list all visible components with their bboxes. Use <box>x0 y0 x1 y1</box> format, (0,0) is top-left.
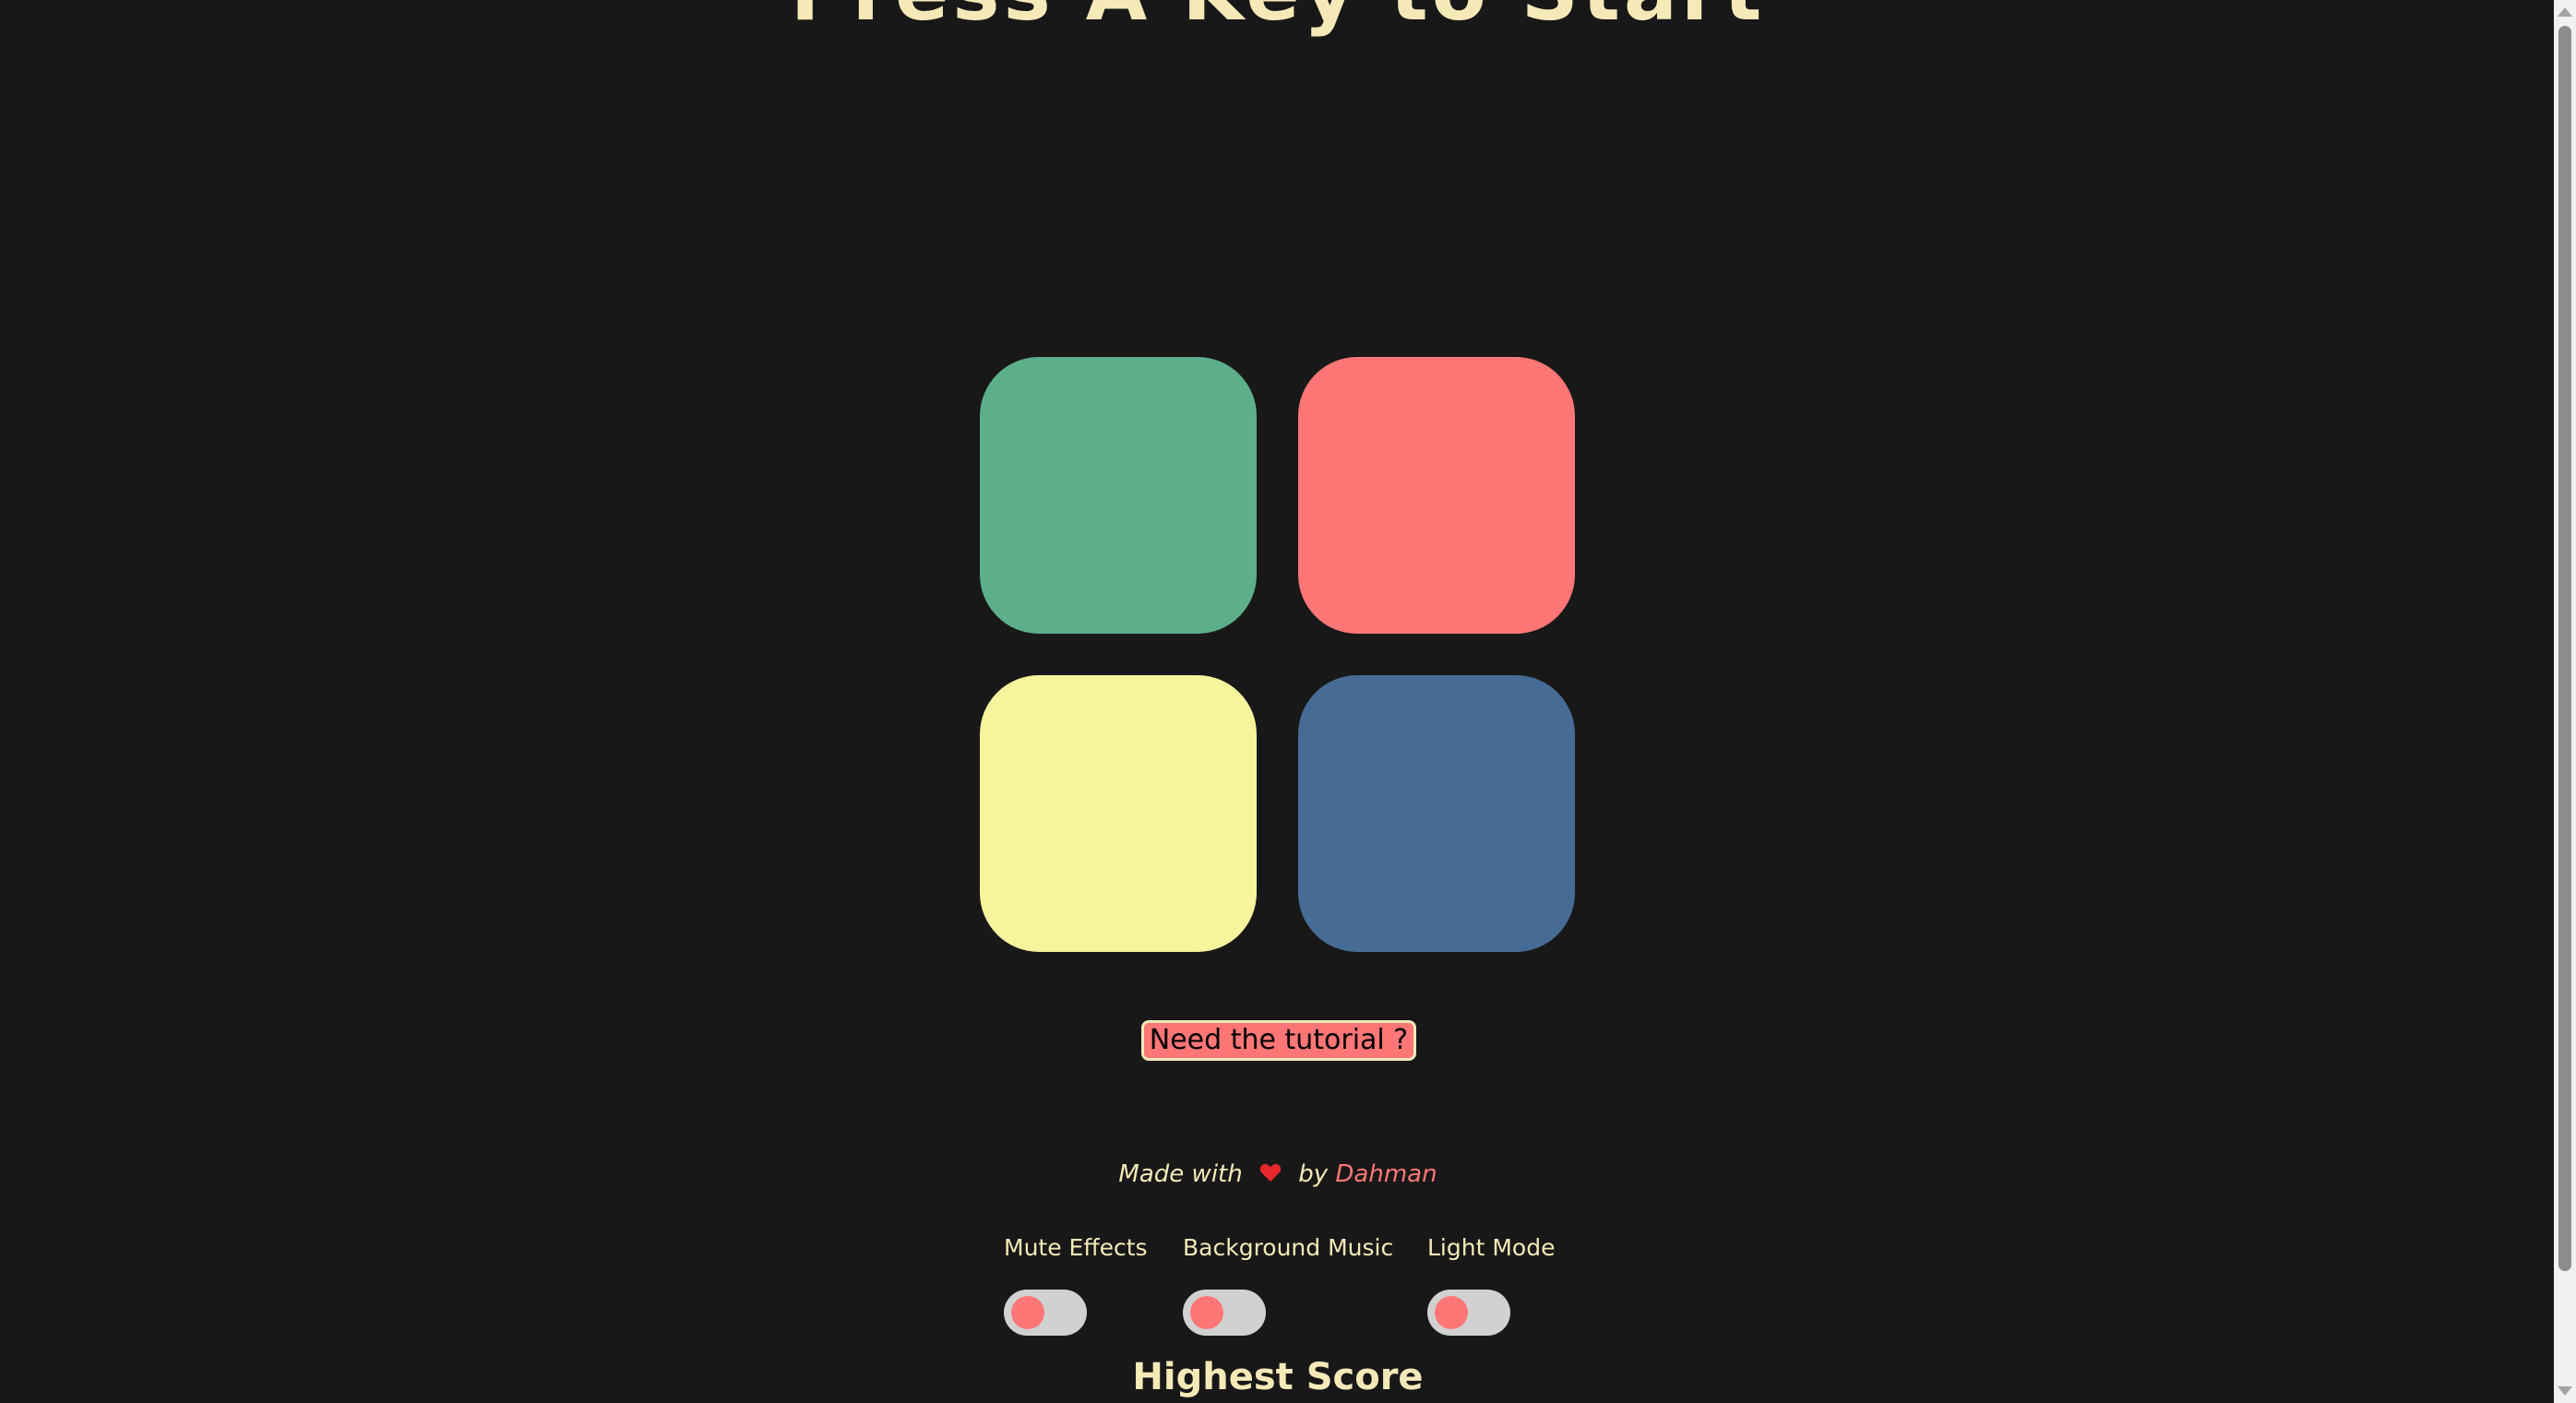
scroll-down-arrow-icon[interactable] <box>2558 1386 2572 1396</box>
credits: Made with by Dahman <box>0 1160 2556 1189</box>
game-page: Press A Key to Start Need the tutorial ?… <box>0 0 2576 1403</box>
yellow-pad[interactable] <box>980 675 1257 952</box>
mute-effects-switch[interactable] <box>1004 1290 1087 1336</box>
light-mode-switch[interactable] <box>1427 1290 1510 1336</box>
red-pad[interactable] <box>1298 357 1575 634</box>
background-music-switch[interactable] <box>1183 1290 1266 1336</box>
light-mode-toggle-group: Light Mode <box>1427 1234 1556 1336</box>
green-pad[interactable] <box>980 357 1257 634</box>
credits-by: by <box>1298 1160 1329 1188</box>
mute-effects-label: Mute Effects <box>1004 1234 1148 1261</box>
heart-icon <box>1259 1161 1282 1189</box>
scrollbar-thumb[interactable] <box>2558 26 2571 1271</box>
vertical-scrollbar[interactable] <box>2554 0 2576 1403</box>
light-mode-label: Light Mode <box>1427 1234 1556 1261</box>
highest-score-heading: Highest Score <box>1132 1356 1424 1398</box>
blue-pad[interactable] <box>1298 675 1575 952</box>
switch-knob <box>1190 1296 1223 1329</box>
switch-knob <box>1435 1296 1468 1329</box>
switch-knob <box>1011 1296 1044 1329</box>
mute-effects-toggle-group: Mute Effects <box>1004 1234 1148 1336</box>
scroll-up-arrow-icon[interactable] <box>2558 7 2572 17</box>
tutorial-button[interactable]: Need the tutorial ? <box>1141 1020 1416 1061</box>
background-music-toggle-group: Background Music <box>1183 1234 1394 1336</box>
game-title: Press A Key to Start <box>0 0 2556 39</box>
background-music-label: Background Music <box>1183 1234 1394 1261</box>
credits-prefix: Made with <box>1118 1160 1243 1188</box>
author-link[interactable]: Dahman <box>1335 1160 1437 1188</box>
